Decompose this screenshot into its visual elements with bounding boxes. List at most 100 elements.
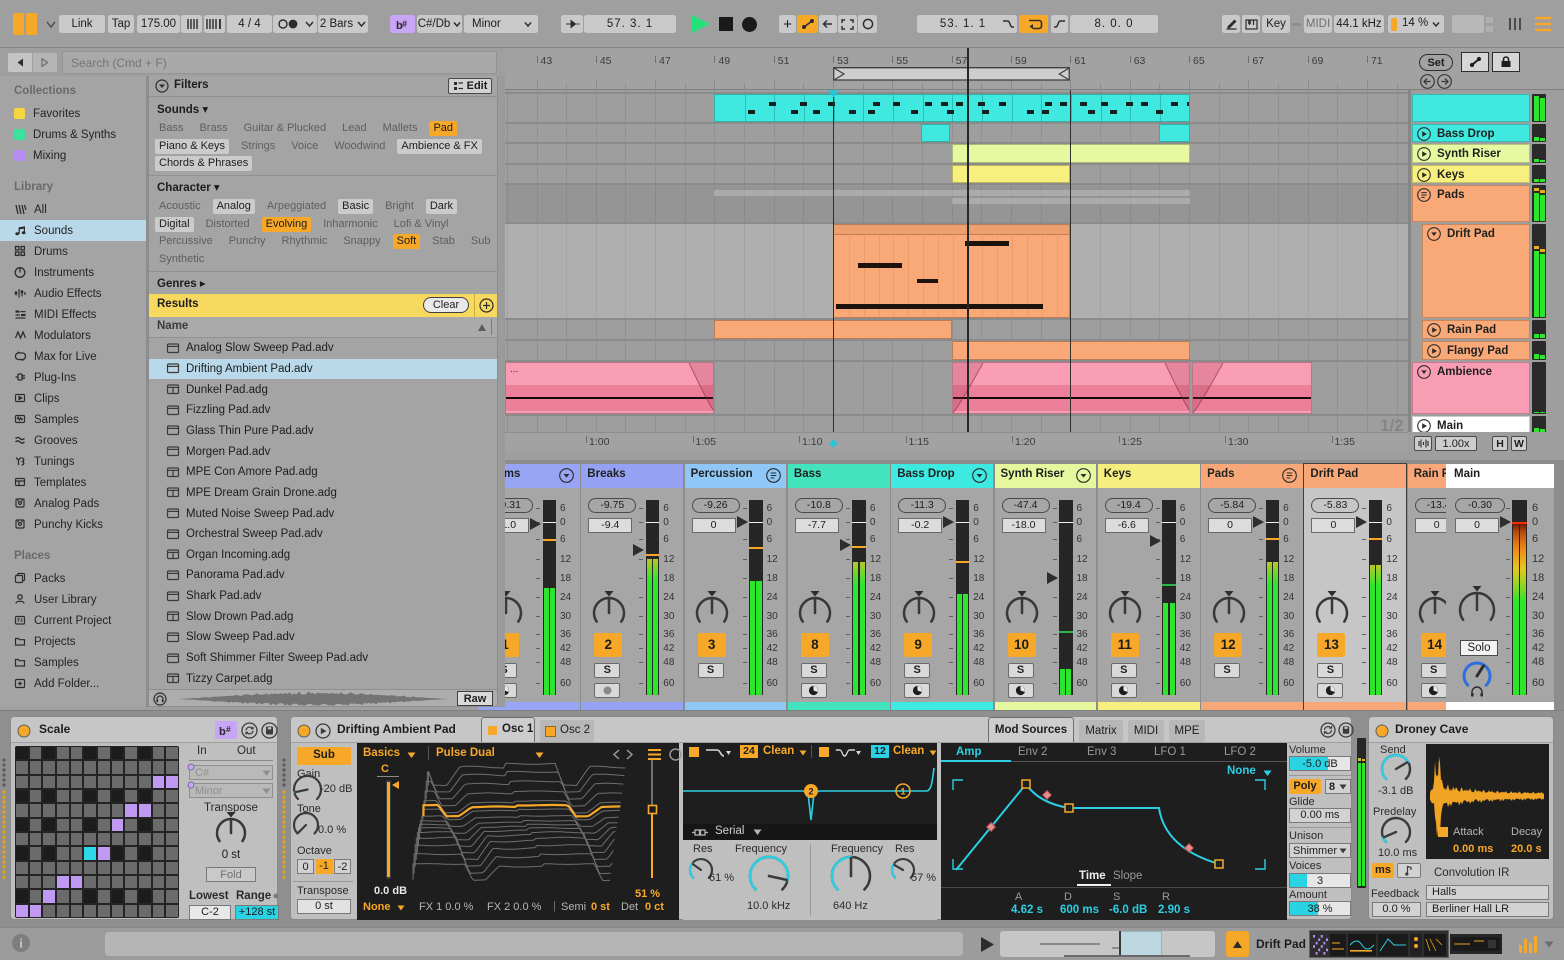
sidebar-item-drums-synths[interactable]: Drums & Synths	[0, 124, 146, 145]
scale-cell[interactable]	[139, 761, 151, 774]
sidebar-item-projects[interactable]: Projects	[0, 631, 146, 652]
strip-header[interactable]: Rain Pad	[1407, 464, 1446, 488]
result-item-16[interactable]: Soft Shimmer Filter Sweep Pad.adv	[149, 648, 497, 669]
scale-cell[interactable]	[111, 876, 124, 889]
filter-tag-analog[interactable]: Analog	[212, 199, 255, 214]
computer-midi-keyboard-button[interactable]	[1242, 15, 1260, 33]
freq2-knob[interactable]	[827, 852, 875, 900]
result-item-5[interactable]: Glass Thin Pure Pad.adv	[149, 421, 497, 442]
track-header-pads[interactable]: Pads	[1412, 185, 1530, 222]
freq2-value[interactable]: 640 Hz	[833, 900, 868, 912]
logo-menu-caret[interactable]	[46, 21, 56, 29]
quantize-menu[interactable]: 2 Bars	[318, 15, 368, 33]
sub-gain-value[interactable]: -20 dB	[320, 783, 352, 795]
result-item-11[interactable]: Organ Incoming.adg	[149, 545, 497, 566]
scale-cell[interactable]	[84, 790, 96, 803]
scale-cell[interactable]	[111, 775, 124, 788]
scale-cell[interactable]	[29, 818, 42, 831]
res2-value[interactable]: 57 %	[911, 872, 936, 884]
scale-cell[interactable]	[111, 818, 124, 831]
scale-cell[interactable]	[57, 904, 69, 917]
filter2-on-button[interactable]	[819, 747, 829, 757]
result-item-8[interactable]: MPE Dream Grain Drone.adg	[149, 483, 497, 504]
clip-ambience-3[interactable]	[1191, 362, 1313, 414]
mixer-strip-synth-riser[interactable]: Synth Riser -47.4 -18.0 6 0 6 12 18 24 30 36 42 48 60…	[994, 464, 1097, 711]
result-item-6[interactable]: Morgen Pad.adv	[149, 441, 497, 462]
playhead[interactable]	[967, 48, 969, 432]
volume-fader-handle[interactable]	[1355, 515, 1368, 529]
track-header-ambience[interactable]: Ambience	[1412, 362, 1530, 414]
matrix-tab[interactable]: Matrix	[1079, 720, 1123, 742]
overview-viewport[interactable]	[1120, 931, 1162, 957]
octave-0[interactable]: 0	[297, 859, 314, 874]
scale-cell[interactable]	[125, 833, 137, 846]
filter1-circuit-menu[interactable]: Clean	[763, 745, 794, 757]
sidebar-item-punchy-kicks[interactable]: Punchy Kicks	[0, 514, 146, 535]
track-number-button[interactable]: 3	[697, 633, 726, 657]
scale-cell[interactable]	[139, 804, 151, 817]
scale-cell[interactable]	[98, 747, 110, 760]
scale-cell[interactable]	[125, 818, 137, 831]
results-clear-button[interactable]: Clear	[423, 297, 469, 313]
scale-cell[interactable]	[152, 775, 165, 788]
freq1-knob[interactable]	[745, 852, 793, 900]
scale-cell[interactable]	[16, 904, 28, 917]
scale-cell[interactable]	[98, 790, 110, 803]
env-decay-value[interactable]: 600 ms	[1060, 904, 1099, 916]
scale-cell[interactable]	[70, 890, 83, 903]
scale-cell[interactable]	[125, 861, 137, 874]
scale-cell[interactable]	[125, 747, 137, 760]
scale-cell[interactable]	[70, 747, 83, 760]
scale-cell[interactable]	[98, 775, 110, 788]
scale-cell[interactable]	[84, 890, 96, 903]
sidebar-item-add-folder-[interactable]: Add Folder...	[0, 673, 146, 694]
cpu-caret[interactable]	[1432, 21, 1440, 28]
sounds-filter-label[interactable]: Sounds ▾	[157, 102, 208, 116]
volume-field[interactable]: 0	[1311, 518, 1356, 533]
lock-envelopes-button[interactable]	[1492, 52, 1520, 72]
scale-cell[interactable]	[98, 804, 110, 817]
pan-knob[interactable]	[1209, 591, 1249, 633]
octave--2[interactable]: -2	[334, 859, 351, 874]
scale-cell[interactable]	[125, 790, 137, 803]
scale-cell[interactable]	[139, 833, 151, 846]
mixer-strip-percussion[interactable]: Percussion -9.26 0 6 0 6 12 18 24 30 36 42 48 60 3 S	[684, 464, 787, 711]
scale-cell[interactable]	[84, 861, 96, 874]
pan-knob[interactable]	[899, 591, 939, 633]
name-column-label[interactable]: Name	[157, 320, 188, 332]
filter-tag-digital[interactable]: Digital	[155, 216, 194, 232]
key-map-button[interactable]: Key	[1262, 15, 1290, 33]
strip-header[interactable]: Keys	[1097, 464, 1200, 488]
monitor-button[interactable]	[1420, 683, 1446, 698]
scale-cell[interactable]	[29, 861, 42, 874]
filter-tag-voice[interactable]: Voice	[287, 139, 322, 154]
clip-drift[interactable]	[833, 224, 1071, 318]
volume-field[interactable]: 0	[1208, 518, 1253, 533]
scale-cell[interactable]	[166, 833, 178, 846]
volume-field[interactable]: -6.6	[1104, 518, 1149, 533]
zoom-height-button[interactable]: H	[1492, 436, 1508, 451]
scale-name-menu[interactable]: Minor	[464, 15, 538, 33]
strip-header[interactable]: Bass	[787, 464, 890, 488]
monitor-button[interactable]	[1007, 683, 1034, 698]
track-number-button[interactable]: 2	[594, 633, 623, 657]
output-meter-icon[interactable]	[1519, 935, 1538, 953]
clip-bass-drop[interactable]	[1159, 124, 1190, 142]
scale-cell[interactable]	[152, 818, 165, 831]
sidebar-item-samples[interactable]: Samples	[0, 652, 146, 673]
track-header-synth-riser[interactable]: Synth Riser	[1412, 144, 1530, 163]
unison-amount-slider[interactable]: 38 %	[1289, 901, 1351, 916]
pan-knob[interactable]	[1312, 591, 1352, 633]
cpu-meter[interactable]: 14 %	[1388, 15, 1444, 33]
volume-field[interactable]: 0	[1455, 518, 1499, 533]
scale-cell[interactable]	[29, 747, 42, 760]
search-input[interactable]: Search (Cmd + F)	[62, 51, 497, 74]
statusbar-caret[interactable]	[1544, 941, 1554, 948]
poly-mode-button[interactable]: Poly	[1289, 779, 1321, 794]
loop-length-field[interactable]: 8. 0. 0	[1070, 15, 1158, 33]
solo-button[interactable]: S	[1214, 663, 1241, 678]
sub-osc-button[interactable]: Sub	[297, 747, 351, 765]
filter2-type-icon[interactable]	[835, 747, 861, 758]
overload-indicator[interactable]	[1452, 15, 1484, 33]
sidebar-item-clips[interactable]: Clips	[0, 388, 146, 409]
